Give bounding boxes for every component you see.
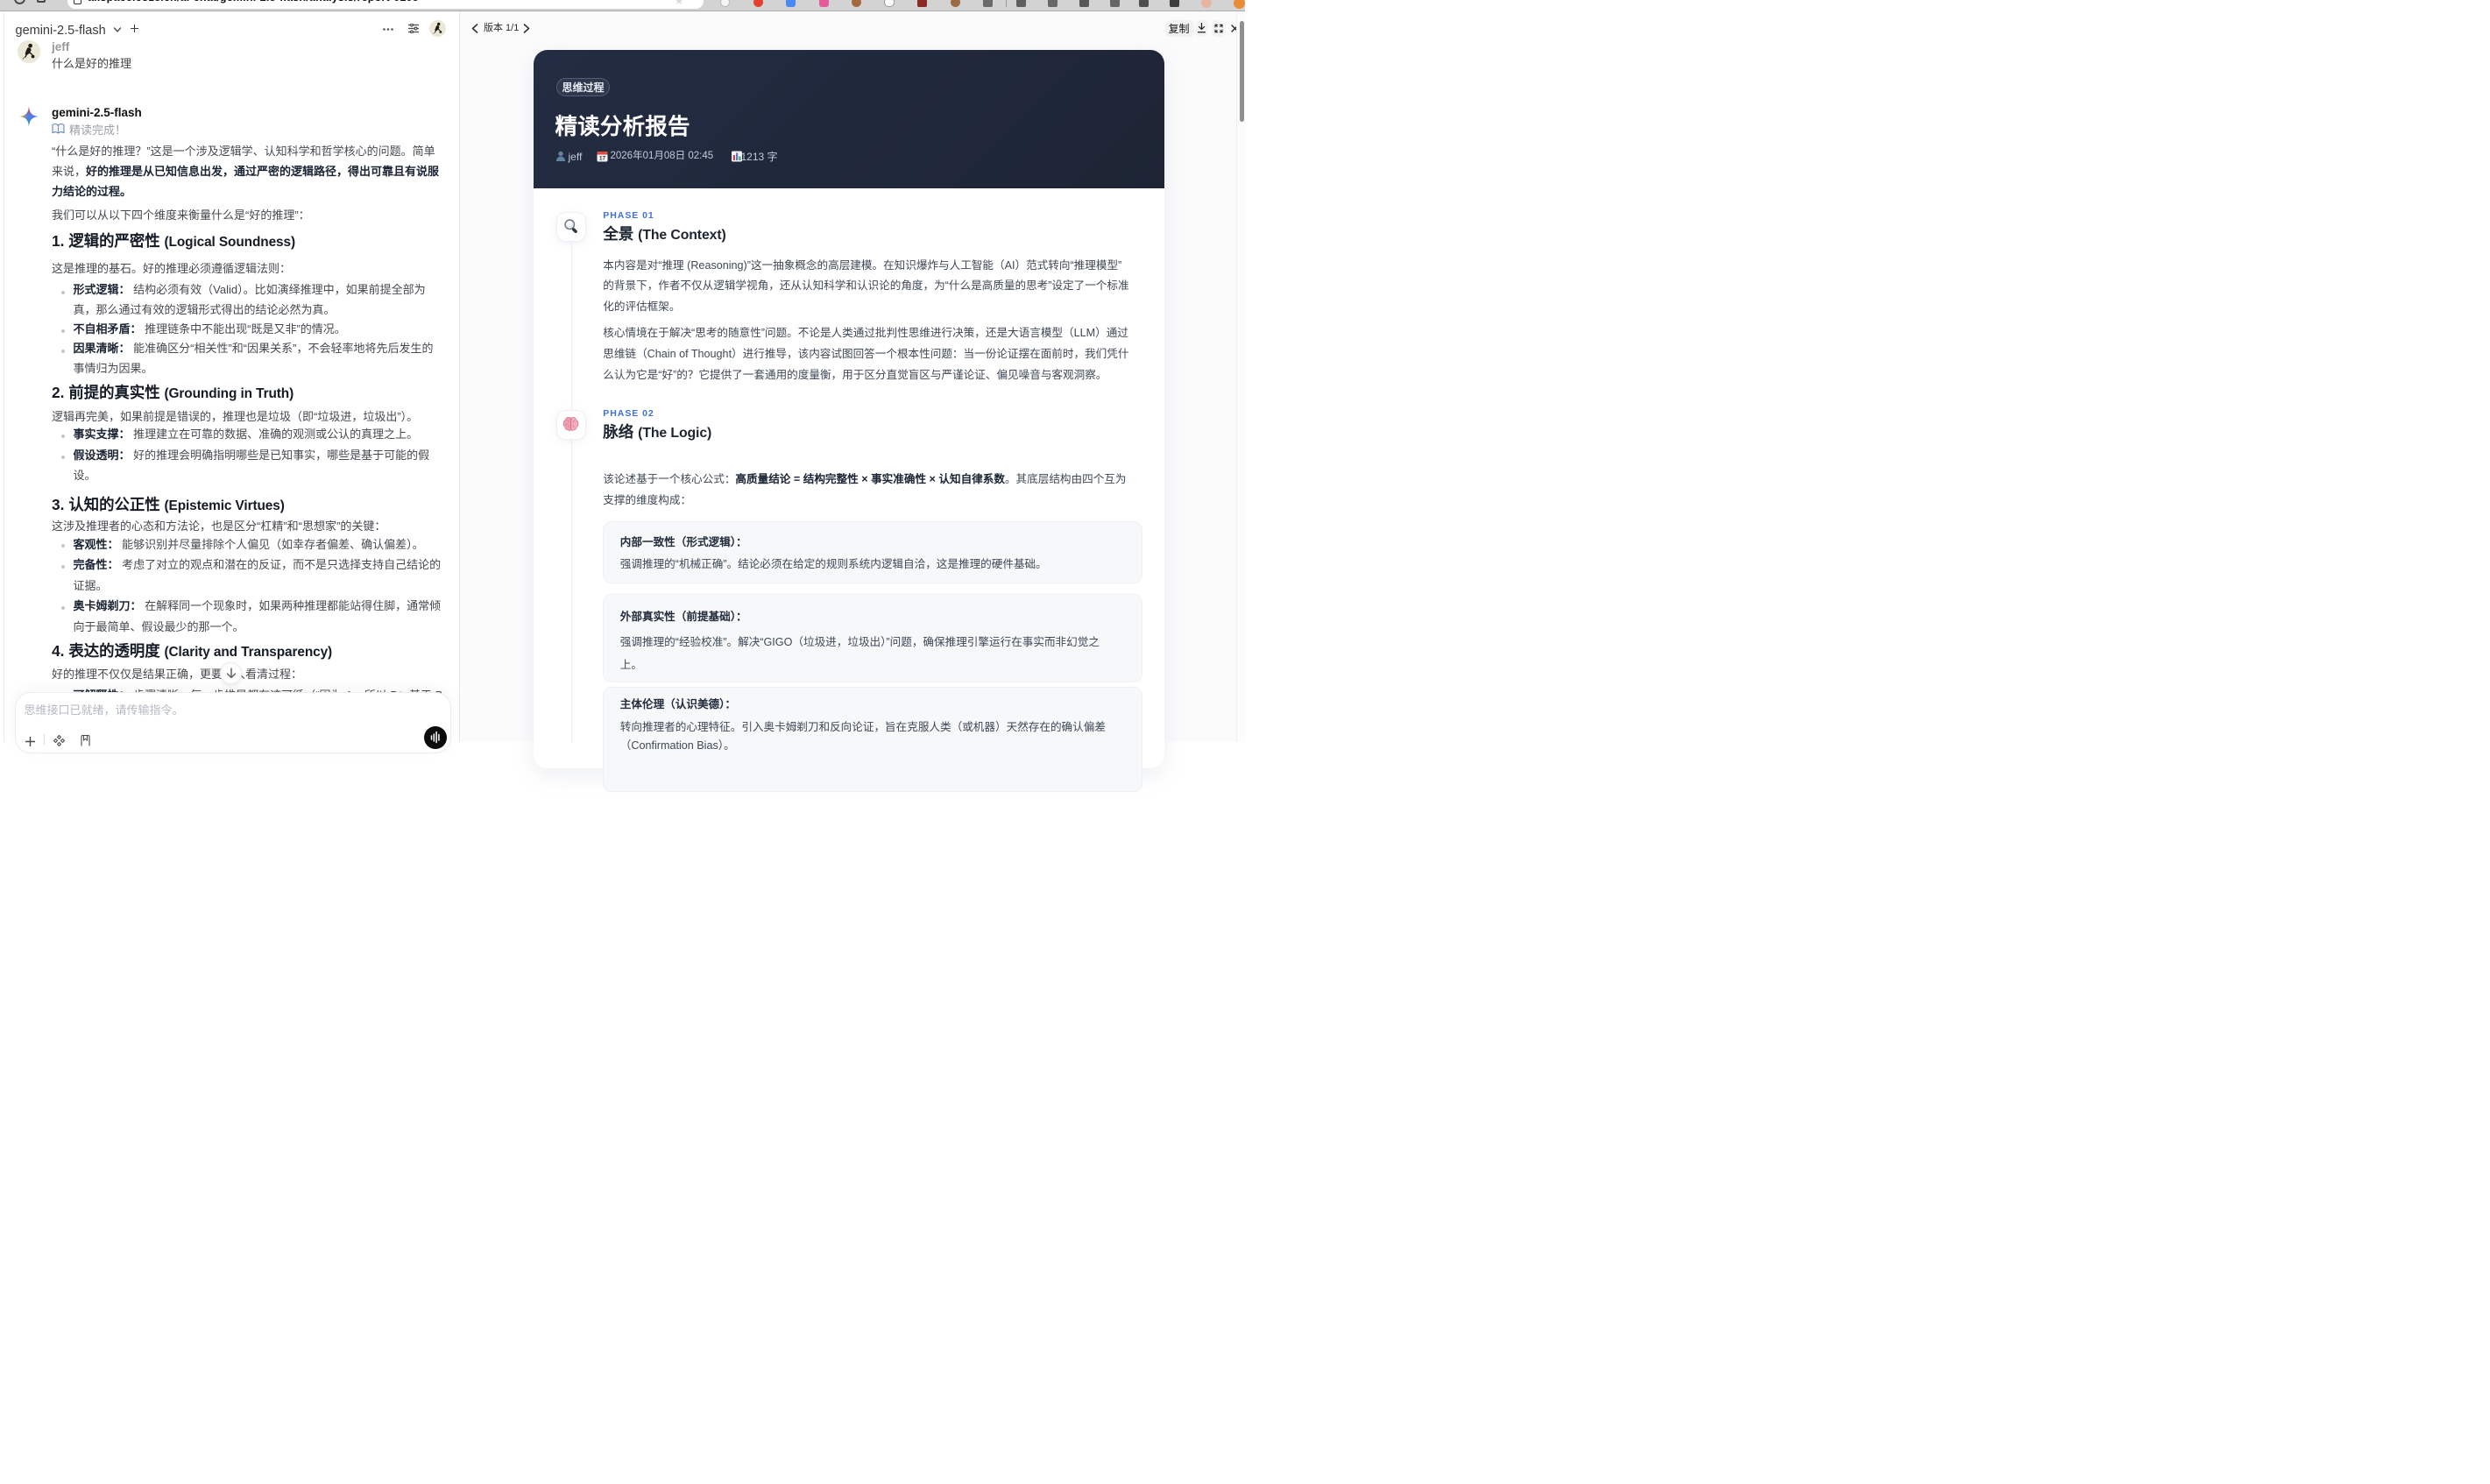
svg-text:17: 17 [598, 155, 605, 161]
